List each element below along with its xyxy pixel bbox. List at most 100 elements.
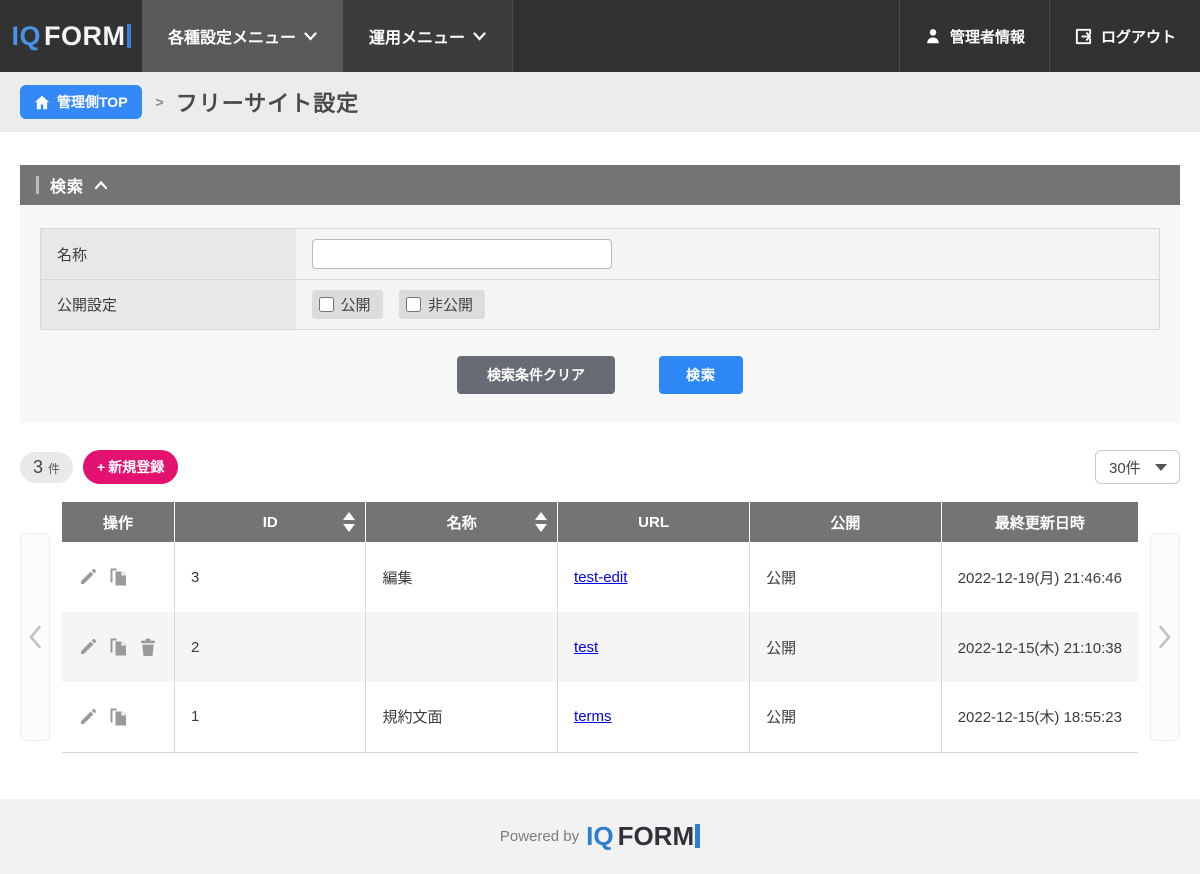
row-actions bbox=[78, 637, 158, 657]
cell-id: 1 bbox=[175, 682, 366, 752]
logo-iq: IQ bbox=[12, 21, 42, 52]
search-form: 名称 公開設定 公開 非公開 bbox=[40, 228, 1160, 330]
search-row-name: 名称 bbox=[41, 229, 1160, 280]
cell-name bbox=[366, 612, 558, 682]
url-link[interactable]: test-edit bbox=[574, 569, 627, 586]
chevron-down-icon bbox=[304, 32, 317, 41]
free-site-table: 操作 ID 名称 URL 公開 最終更新日時 3 編集 test bbox=[62, 502, 1138, 753]
caret-down-icon bbox=[1155, 464, 1167, 471]
footer-logo-accent-bar bbox=[695, 824, 700, 848]
row-actions bbox=[78, 567, 158, 587]
logo-form: FORM bbox=[44, 21, 125, 52]
edit-icon[interactable] bbox=[78, 567, 98, 587]
search-panel-body: 名称 公開設定 公開 非公開 bbox=[20, 205, 1180, 423]
result-count-unit: 件 bbox=[48, 460, 60, 477]
menu-settings-label: 各種設定メニュー bbox=[168, 24, 296, 48]
cell-id: 3 bbox=[175, 542, 366, 612]
footer-logo-form: FORM bbox=[618, 821, 695, 852]
chevron-left-icon bbox=[28, 625, 42, 649]
admin-info-label: 管理者情報 bbox=[950, 26, 1025, 47]
app-logo-text: IQ FORM bbox=[12, 21, 131, 52]
col-header-url: URL bbox=[558, 502, 750, 542]
checkbox-private[interactable]: 非公開 bbox=[399, 290, 485, 319]
search-button[interactable]: 検索 bbox=[659, 356, 743, 394]
edit-icon[interactable] bbox=[78, 707, 98, 727]
breadcrumb-home-button[interactable]: 管理側TOP bbox=[20, 85, 142, 119]
breadcrumb-home-label: 管理側TOP bbox=[57, 92, 128, 112]
menu-operation[interactable]: 運用メニュー bbox=[343, 0, 513, 72]
search-header-label: 検索 bbox=[50, 173, 84, 197]
url-link[interactable]: test bbox=[574, 639, 598, 656]
search-actions: 検索条件クリア 検索 bbox=[40, 356, 1160, 394]
page-title: フリーサイト設定 bbox=[176, 86, 360, 118]
logout-button[interactable]: ログアウト bbox=[1049, 0, 1200, 72]
delete-icon[interactable] bbox=[138, 637, 158, 657]
sort-asc-icon[interactable] bbox=[535, 512, 547, 520]
chevron-down-icon bbox=[473, 32, 486, 41]
copy-icon[interactable] bbox=[108, 707, 128, 727]
logout-icon bbox=[1074, 27, 1093, 46]
top-nav: IQ FORM 各種設定メニュー 運用メニュー 管理者情報 ログアウト bbox=[0, 0, 1200, 72]
table-row: 1 規約文面 terms 公開 2022-12-15(木) 18:55:23 bbox=[62, 682, 1138, 752]
scroll-left-button[interactable] bbox=[20, 533, 50, 741]
admin-info-button[interactable]: 管理者情報 bbox=[899, 0, 1049, 72]
cell-public: 公開 bbox=[750, 612, 942, 682]
app-logo[interactable]: IQ FORM bbox=[0, 0, 142, 72]
search-row-public: 公開設定 公開 非公開 bbox=[41, 280, 1160, 330]
list-bar: 3 件 + 新規登録 30件 bbox=[20, 450, 1180, 484]
logout-label: ログアウト bbox=[1101, 26, 1176, 47]
footer: Powered by IQ FORM bbox=[0, 799, 1200, 874]
sort-icons[interactable] bbox=[343, 512, 355, 532]
cell-updated: 2022-12-15(木) 18:55:23 bbox=[941, 682, 1138, 752]
col-header-public: 公開 bbox=[750, 502, 942, 542]
home-icon bbox=[34, 95, 50, 110]
menu-settings[interactable]: 各種設定メニュー bbox=[142, 0, 343, 72]
chevron-right-icon bbox=[1158, 625, 1172, 649]
footer-logo: IQ FORM bbox=[586, 821, 700, 852]
cell-name: 規約文面 bbox=[366, 682, 558, 752]
cell-name: 編集 bbox=[366, 542, 558, 612]
footer-logo-iq: IQ bbox=[586, 821, 613, 852]
name-input[interactable] bbox=[312, 239, 612, 269]
cell-public: 公開 bbox=[750, 682, 942, 752]
field-label-public: 公開設定 bbox=[41, 280, 296, 330]
plus-icon: + bbox=[97, 459, 105, 475]
chevron-up-icon bbox=[94, 178, 108, 192]
page-size-value: 30件 bbox=[1109, 457, 1141, 478]
new-registration-button[interactable]: + 新規登録 bbox=[83, 450, 178, 484]
breadcrumb-separator: > bbox=[156, 94, 164, 110]
row-actions bbox=[78, 707, 158, 727]
scroll-right-button[interactable] bbox=[1150, 533, 1180, 741]
search-panel: 検索 名称 公開設定 公開 bbox=[20, 165, 1180, 423]
clear-search-button[interactable]: 検索条件クリア bbox=[457, 356, 615, 394]
result-count-badge: 3 件 bbox=[20, 452, 73, 483]
col-header-id[interactable]: ID bbox=[175, 502, 366, 542]
sort-desc-icon[interactable] bbox=[343, 524, 355, 532]
edit-icon[interactable] bbox=[78, 637, 98, 657]
checkbox-private-label: 非公開 bbox=[428, 294, 473, 315]
breadcrumb: 管理側TOP > フリーサイト設定 bbox=[0, 72, 1200, 132]
accent-bar bbox=[36, 176, 39, 194]
table-header-row: 操作 ID 名称 URL 公開 最終更新日時 bbox=[62, 502, 1138, 542]
sort-desc-icon[interactable] bbox=[535, 524, 547, 532]
search-panel-header[interactable]: 検索 bbox=[20, 165, 1180, 205]
table-area: 操作 ID 名称 URL 公開 最終更新日時 3 編集 test bbox=[20, 502, 1180, 753]
powered-by-text: Powered by bbox=[500, 828, 579, 845]
copy-icon[interactable] bbox=[108, 637, 128, 657]
new-registration-label: 新規登録 bbox=[108, 457, 164, 477]
page-size-select[interactable]: 30件 bbox=[1095, 450, 1180, 484]
logo-accent-bar bbox=[127, 24, 131, 48]
cell-id: 2 bbox=[175, 612, 366, 682]
cell-updated: 2022-12-15(木) 21:10:38 bbox=[941, 612, 1138, 682]
sort-asc-icon[interactable] bbox=[343, 512, 355, 520]
col-header-name[interactable]: 名称 bbox=[366, 502, 558, 542]
table-row: 3 編集 test-edit 公開 2022-12-19(月) 21:46:46 bbox=[62, 542, 1138, 612]
checkbox-public[interactable]: 公開 bbox=[312, 290, 383, 319]
copy-icon[interactable] bbox=[108, 567, 128, 587]
sort-icons[interactable] bbox=[535, 512, 547, 532]
person-icon bbox=[924, 27, 942, 45]
checkbox-private-input[interactable] bbox=[406, 297, 421, 312]
url-link[interactable]: terms bbox=[574, 708, 612, 725]
checkbox-public-label: 公開 bbox=[341, 294, 371, 315]
checkbox-public-input[interactable] bbox=[319, 297, 334, 312]
